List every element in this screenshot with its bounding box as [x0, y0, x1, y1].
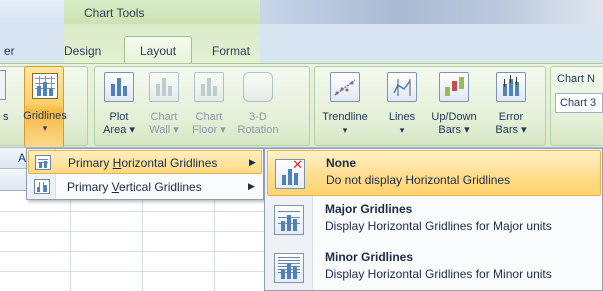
error-bars-label-1: Error — [498, 111, 524, 123]
tab-design[interactable]: Design — [62, 40, 103, 62]
trendline-icon — [330, 72, 360, 102]
submenu-item-major-gridlines[interactable]: Major Gridlines Display Horizontal Gridl… — [267, 197, 601, 243]
chart-wall-label-2: Wall ▾ — [149, 124, 179, 136]
chart-floor-label-2: Floor ▾ — [192, 124, 226, 136]
submenu-item-description: Do not display Horizontal Gridlines — [326, 173, 511, 187]
tab-format[interactable]: Format — [210, 40, 252, 62]
gridlines-dropdown-arrow: ▾ — [42, 123, 48, 133]
plot-area-label-1: Plot — [109, 111, 129, 123]
gridlines-menu: Primary Horizontal Gridlines ▶ Primary V… — [26, 148, 264, 200]
menu-item-label: Primary Vertical Gridlines — [67, 180, 202, 194]
plot-area-icon — [104, 72, 134, 102]
cell-gridline — [142, 191, 143, 291]
submenu-item-minor-gridlines[interactable]: Minor Gridlines Display Horizontal Gridl… — [267, 245, 601, 291]
cell-gridline — [214, 191, 215, 291]
error-bars-label-2: Bars ▾ — [495, 124, 527, 136]
lines-label: Lines — [388, 111, 416, 123]
cell-gridline — [70, 191, 71, 291]
plot-area-button[interactable]: Plot Area ▾ — [98, 68, 140, 144]
submenu-item-title: Major Gridlines — [325, 202, 413, 216]
axes-icon[interactable] — [0, 70, 6, 100]
error-bars-icon — [496, 72, 526, 102]
updown-bars-label-2: Bars ▾ — [438, 124, 470, 136]
submenu-item-description: Display Horizontal Gridlines for Major u… — [325, 219, 552, 233]
chart-wall-label-1: Chart — [150, 111, 178, 123]
updown-bars-icon — [439, 72, 469, 102]
updown-bars-label-1: Up/Down — [431, 111, 477, 123]
lines-arrow: ▾ — [399, 125, 405, 135]
gridlines-label: Gridlines — [23, 110, 67, 122]
tab-partial[interactable]: er — [2, 40, 17, 62]
minor-gridlines-icon — [274, 253, 304, 283]
chart-wall-icon — [149, 72, 179, 102]
chart-name-input[interactable]: Chart 3 — [555, 93, 603, 113]
chart-tools-label: Chart Tools — [84, 6, 145, 20]
submenu-item-title: None — [326, 156, 356, 170]
updown-bars-button[interactable]: Up/Down Bars ▾ — [426, 68, 482, 144]
submenu-item-none[interactable]: ✕ None Do not display Horizontal Gridlin… — [267, 150, 601, 196]
submenu-arrow-icon: ▶ — [248, 181, 255, 191]
horizontal-gridlines-icon — [35, 155, 51, 170]
no-gridlines-icon: ✕ — [275, 157, 305, 189]
chart-floor-icon — [194, 72, 224, 102]
submenu-item-title: Minor Gridlines — [325, 250, 414, 264]
chart-floor-button[interactable]: Chart Floor ▾ — [188, 68, 230, 144]
axes-label-fragment: s — [3, 111, 9, 123]
name-box-fragment[interactable]: A — [18, 151, 26, 165]
gridlines-button[interactable]: Gridlines ▾ — [23, 66, 67, 148]
plot-area-label-2: Area ▾ — [103, 124, 135, 136]
error-bars-button[interactable]: Error Bars ▾ — [486, 68, 536, 144]
lines-button[interactable]: Lines ▾ — [382, 68, 422, 144]
tab-layout[interactable]: Layout — [138, 40, 178, 62]
lines-icon — [387, 72, 417, 102]
major-gridlines-icon — [274, 205, 304, 235]
menu-item-primary-vertical-gridlines[interactable]: Primary Vertical Gridlines ▶ — [28, 175, 262, 199]
chart-floor-label-1: Chart — [195, 111, 223, 123]
gridlines-icon — [32, 73, 58, 99]
delete-x-icon: ✕ — [292, 157, 303, 172]
3d-rotation-label-2: Rotation — [237, 124, 279, 136]
trendline-label: Trendline — [322, 111, 368, 123]
3d-rotation-icon — [243, 72, 273, 102]
3d-rotation-label-1: 3-D — [249, 111, 267, 123]
vertical-gridlines-icon — [34, 179, 50, 194]
trendline-arrow: ▾ — [342, 125, 348, 135]
horizontal-gridlines-submenu: ✕ None Do not display Horizontal Gridlin… — [264, 148, 603, 291]
title-bar-gradient — [260, 0, 603, 24]
chart-wall-button[interactable]: Chart Wall ▾ — [143, 68, 185, 144]
chart-name-label: Chart N — [557, 73, 595, 85]
menu-item-primary-horizontal-gridlines[interactable]: Primary Horizontal Gridlines ▶ — [28, 150, 262, 174]
trendline-button[interactable]: Trendline ▾ — [316, 68, 374, 144]
submenu-arrow-icon: ▶ — [249, 157, 256, 167]
3d-rotation-button[interactable]: 3-D Rotation — [233, 68, 283, 144]
menu-item-label: Primary Horizontal Gridlines — [68, 156, 218, 170]
submenu-item-description: Display Horizontal Gridlines for Minor u… — [325, 267, 552, 281]
